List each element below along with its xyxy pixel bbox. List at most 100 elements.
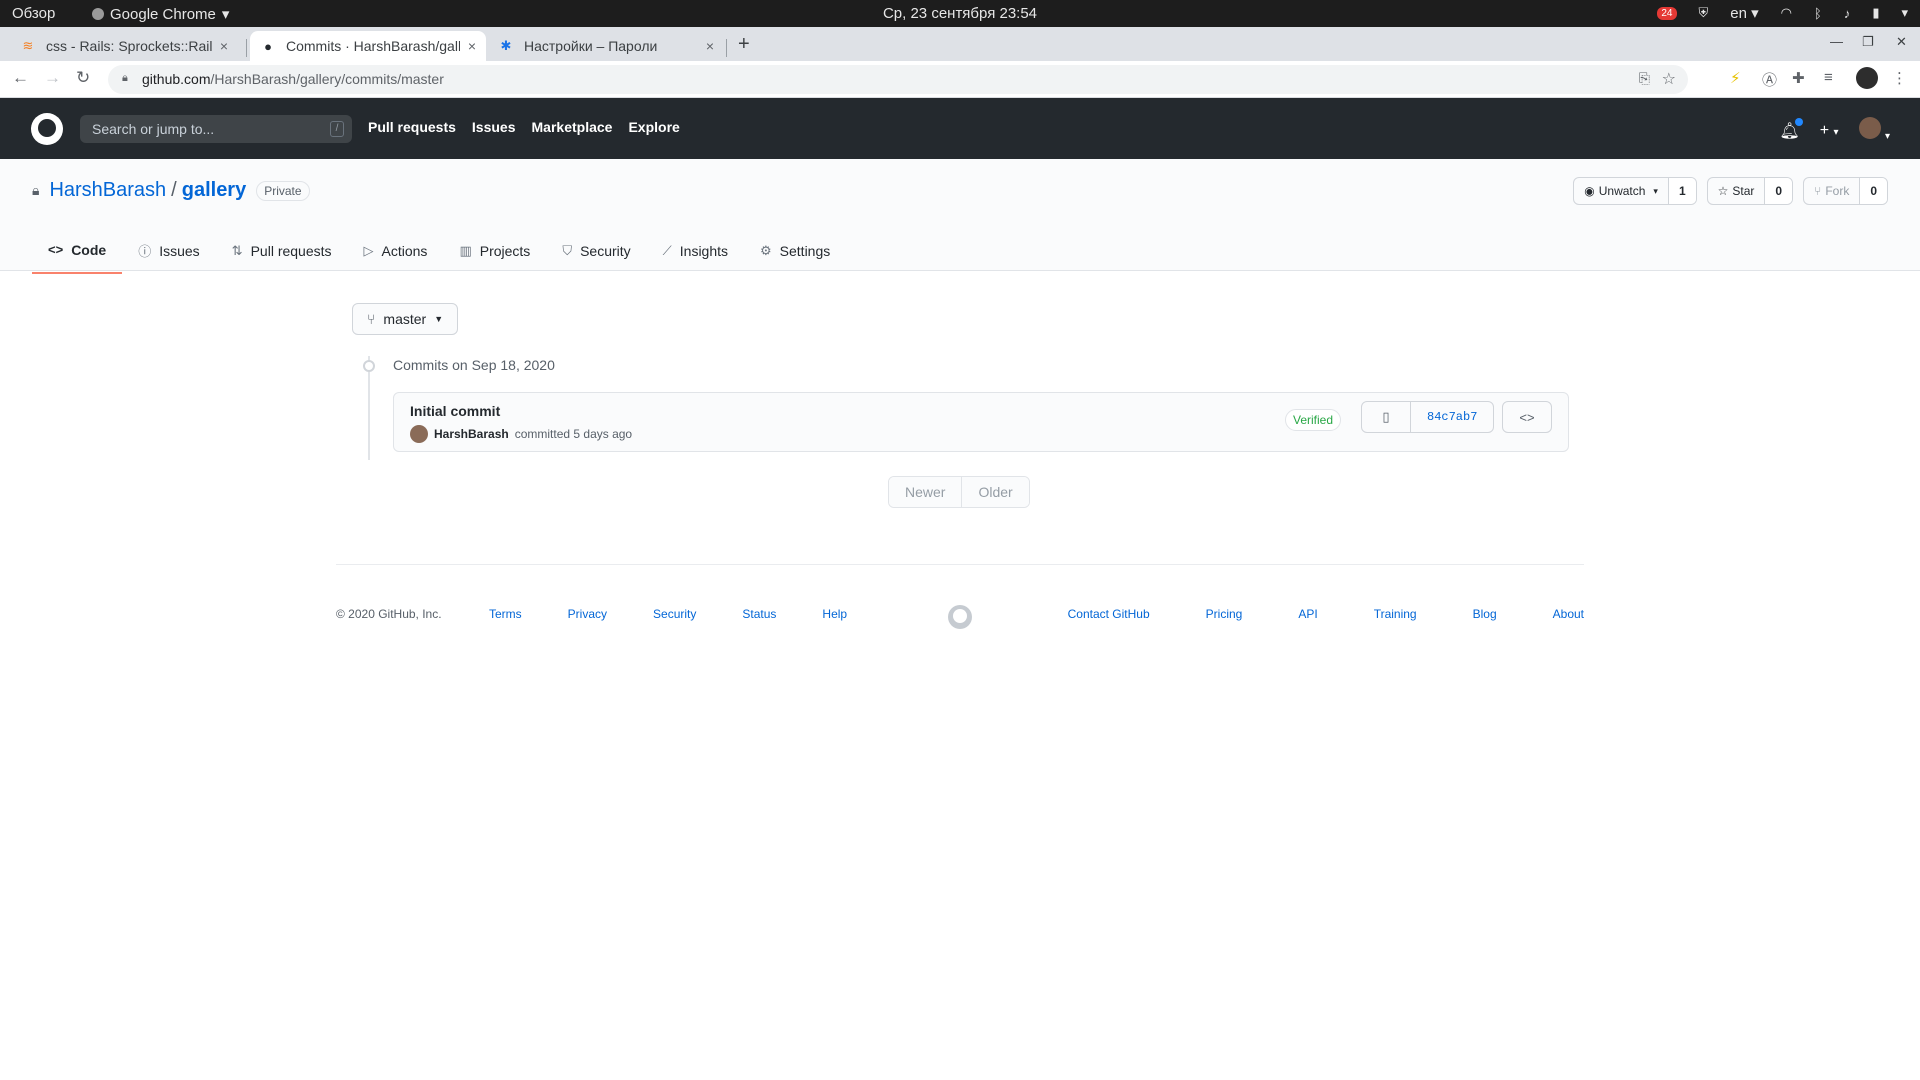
commit-message-link[interactable]: Initial commit xyxy=(410,403,500,419)
reload-icon[interactable]: ↻ xyxy=(76,68,90,88)
close-tab-icon[interactable]: × xyxy=(220,38,228,54)
close-window-icon[interactable]: ✕ xyxy=(1896,34,1907,50)
issue-opened-icon: ⓘ xyxy=(138,244,152,259)
notification-count-badge[interactable]: 24 xyxy=(1657,6,1677,20)
close-tab-icon[interactable]: × xyxy=(706,38,714,54)
browser-tab-passwords[interactable]: ✱ Настройки – Пароли × xyxy=(488,31,724,61)
watchers-count[interactable]: 1 xyxy=(1667,178,1696,204)
repo-name-link[interactable]: gallery xyxy=(182,179,246,202)
repo-actions: ◉ Unwatch ▾ 1 ☆ Star 0 ⑂ Fork 0 xyxy=(1573,177,1888,205)
github-logo-icon[interactable] xyxy=(31,113,63,145)
forward-arrow-icon[interactable]: → xyxy=(44,68,61,88)
footer-divider xyxy=(336,564,1584,565)
bluetooth-icon[interactable]: ᛒ xyxy=(1814,6,1822,21)
nav-pull-requests[interactable]: Pull requests xyxy=(368,119,456,135)
new-tab-plus-icon[interactable]: + xyxy=(738,33,750,56)
battery-icon[interactable]: ▮ xyxy=(1872,5,1879,21)
fork-button[interactable]: ⑂ Fork xyxy=(1804,178,1859,204)
branch-select-button[interactable]: ⑂ master ▼ xyxy=(352,303,459,335)
media-queue-icon[interactable]: ≡ xyxy=(1824,69,1833,86)
git-pull-request-icon: ⇅ xyxy=(231,242,243,258)
tab-security[interactable]: ⛉ Security xyxy=(546,231,646,274)
tab-issues[interactable]: ⓘ Issues xyxy=(122,231,215,274)
tab-actions-label: Actions xyxy=(381,242,428,259)
tab-projects[interactable]: ▥ Projects xyxy=(443,231,546,274)
create-new-plus-icon[interactable]: + ▾ xyxy=(1820,122,1839,140)
commit-sha-link[interactable]: 84c7ab7 xyxy=(1410,402,1493,432)
tab-settings[interactable]: ⚙︎ Settings xyxy=(744,231,846,274)
github-mark-icon[interactable] xyxy=(948,605,972,629)
browse-repo-code-icon[interactable]: <> xyxy=(1502,401,1552,433)
footer-link-privacy[interactable]: Privacy xyxy=(568,607,607,621)
forks-count[interactable]: 0 xyxy=(1859,178,1887,204)
browser-tab-stackoverflow[interactable]: ≋ css - Rails: Sprockets::Rails × xyxy=(10,31,238,61)
minimize-window-icon[interactable]: — xyxy=(1830,34,1843,49)
tab-title: css - Rails: Sprockets::Rails xyxy=(46,38,212,54)
search-input[interactable]: Search or jump to... / xyxy=(80,115,352,143)
nav-issues[interactable]: Issues xyxy=(472,119,516,135)
notification-bell-icon[interactable]: 🔔︎ xyxy=(1779,117,1804,141)
footer-link-training[interactable]: Training xyxy=(1374,607,1417,621)
browser-menu-icon[interactable]: ⋮ xyxy=(1892,69,1907,87)
footer-link-blog[interactable]: Blog xyxy=(1473,607,1497,621)
verified-badge[interactable]: Verified xyxy=(1285,409,1342,431)
volume-icon[interactable]: ♪ xyxy=(1844,6,1851,21)
unwatch-button[interactable]: ◉ Unwatch ▾ xyxy=(1574,178,1668,204)
stargazers-count[interactable]: 0 xyxy=(1764,178,1793,204)
nav-explore[interactable]: Explore xyxy=(628,119,679,135)
power-menu-icon[interactable]: ▾ xyxy=(1901,5,1908,21)
nav-marketplace[interactable]: Marketplace xyxy=(532,119,613,135)
tab-actions[interactable]: ▷ Actions xyxy=(348,231,444,274)
footer-copyright: © 2020 GitHub, Inc. xyxy=(336,607,442,621)
extensions-puzzle-icon[interactable]: ✚ xyxy=(1792,69,1805,87)
star-button-group: ☆ Star 0 xyxy=(1706,177,1794,205)
user-menu[interactable]: ▾ xyxy=(1858,117,1890,144)
commit-meta: HarshBarash committed 5 days ago xyxy=(410,425,632,443)
url-text[interactable]: github.com/HarshBarash/gallery/commits/m… xyxy=(142,71,444,87)
lock-icon[interactable]: 🔒︎ xyxy=(122,72,128,85)
clipboard-copy-icon[interactable]: ▯ xyxy=(1362,402,1410,432)
code-icon: <> xyxy=(48,242,64,257)
back-arrow-icon[interactable]: ← xyxy=(12,68,29,88)
address-bar[interactable]: 🔒︎ github.com/HarshBarash/gallery/commit… xyxy=(108,65,1688,94)
browser-tab-commits[interactable]: ● Commits · HarshBarash/gallery × xyxy=(250,31,486,61)
footer-link-pricing[interactable]: Pricing xyxy=(1206,607,1243,621)
author-avatar[interactable] xyxy=(410,425,428,443)
footer-link-api[interactable]: API xyxy=(1298,607,1317,621)
footer-links-right: Contact GitHub Pricing API Training Blog… xyxy=(1012,607,1584,621)
tab-projects-label: Projects xyxy=(479,242,531,259)
tab-code[interactable]: <> Code xyxy=(32,231,123,274)
repo-owner-link[interactable]: HarshBarash xyxy=(49,179,166,202)
footer-link-status[interactable]: Status xyxy=(742,607,776,621)
path-separator: / xyxy=(171,179,177,201)
footer-link-security[interactable]: Security xyxy=(653,607,696,621)
browser-toolbar: ← → ↻ 🔒︎ github.com/HarshBarash/gallery/… xyxy=(0,61,1920,98)
tab-pull-requests[interactable]: ⇅ Pull requests xyxy=(216,231,348,274)
gear-icon: ⚙︎ xyxy=(760,242,772,258)
close-tab-icon[interactable]: × xyxy=(468,38,476,54)
tab-insights[interactable]: ⟋ Insights xyxy=(647,231,744,274)
language-indicator[interactable]: en ▾ xyxy=(1730,4,1758,22)
shield-icon[interactable]: ⛨ xyxy=(1699,5,1709,21)
footer-link-help[interactable]: Help xyxy=(822,607,847,621)
footer-link-about[interactable]: About xyxy=(1553,607,1584,621)
star-button[interactable]: ☆ Star xyxy=(1708,178,1765,204)
language-label: en xyxy=(1730,5,1747,22)
author-link[interactable]: HarshBarash xyxy=(434,427,509,441)
system-tray[interactable]: 24 ⛨ en ▾ ◠ ᛒ ♪ ▮ ▾ xyxy=(1657,4,1908,22)
profile-avatar[interactable] xyxy=(1856,67,1878,89)
wifi-icon[interactable]: ◠ xyxy=(1781,5,1792,21)
git-branch-icon: ⑂ xyxy=(367,311,376,327)
footer-link-contact[interactable]: Contact GitHub xyxy=(1068,607,1150,621)
tab-settings-label: Settings xyxy=(779,242,831,259)
footer-link-terms[interactable]: Terms xyxy=(489,607,522,621)
clock[interactable]: Ср, 23 сентября 23:54 xyxy=(0,5,1920,22)
newer-button[interactable]: Newer xyxy=(889,477,962,507)
chevron-down-icon: ▼ xyxy=(434,314,444,324)
translate-icon[interactable]: ⎘ xyxy=(1639,70,1650,87)
font-extension-icon[interactable]: Ⓐ xyxy=(1762,69,1777,90)
bookmark-star-icon[interactable]: ☆ xyxy=(1662,69,1676,89)
lightning-extension-icon[interactable]: ⚡︎ xyxy=(1730,69,1741,87)
older-button[interactable]: Older xyxy=(961,477,1029,507)
restore-window-icon[interactable]: ❐ xyxy=(1862,34,1874,50)
